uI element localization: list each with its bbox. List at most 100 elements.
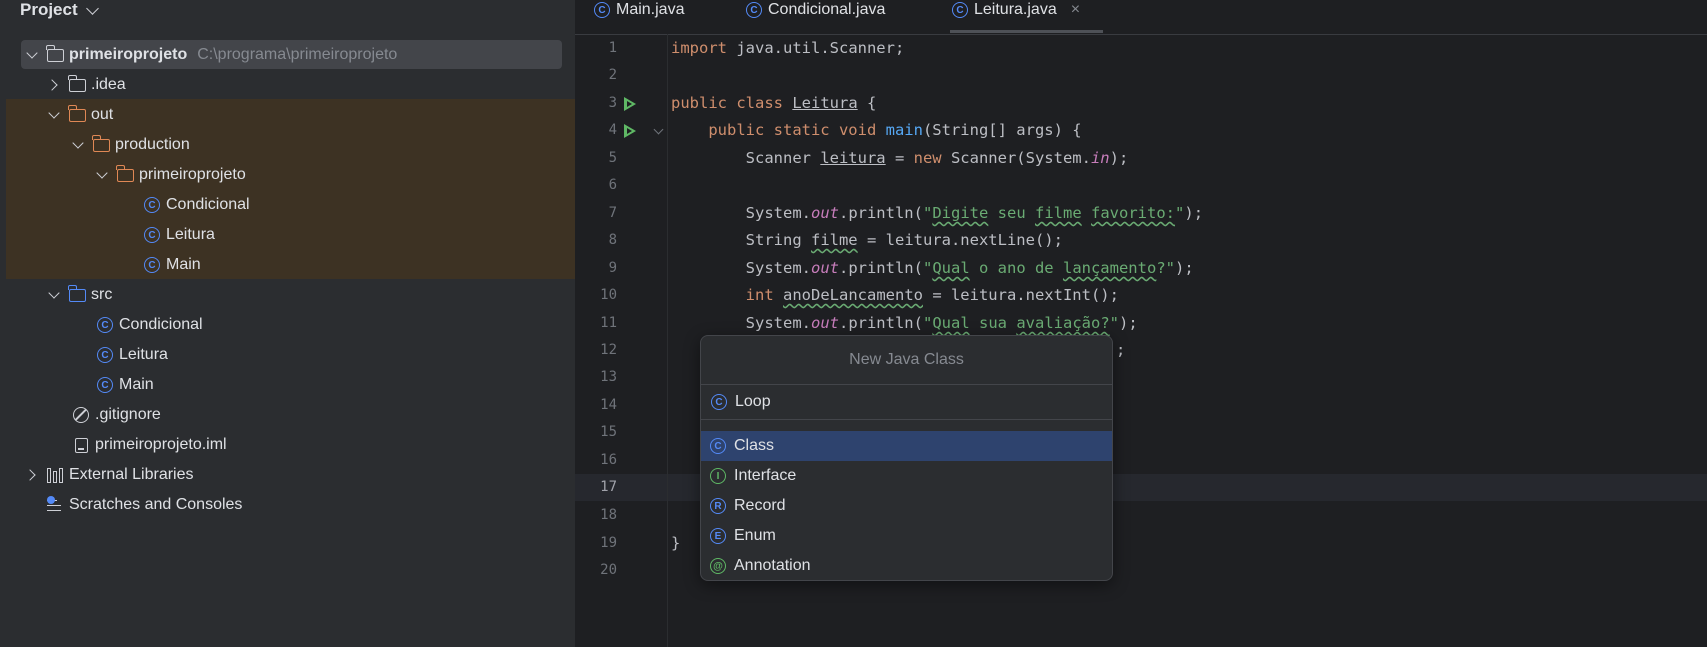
chevron-down-icon[interactable] <box>49 290 59 300</box>
popup-title: New Java Class <box>849 351 964 368</box>
tree-item-label: Leitura <box>119 346 168 363</box>
line-number: 1 <box>608 40 617 56</box>
chevron-right-icon[interactable] <box>49 80 59 90</box>
tree-item-class[interactable]: C Leitura <box>142 220 215 250</box>
gutter-divider <box>667 34 668 647</box>
line-number: 6 <box>608 177 617 193</box>
tree-item-label: Condicional <box>166 196 250 213</box>
chevron-down-icon[interactable] <box>49 110 59 120</box>
option-label: Record <box>734 497 786 514</box>
line-number: 16 <box>600 452 617 468</box>
code-line-5: Scanner leitura = new Scanner(System.in)… <box>671 149 1129 167</box>
class-icon: C <box>711 394 727 410</box>
tree-item-class[interactable]: C Leitura <box>95 340 168 370</box>
run-icon[interactable] <box>624 97 636 111</box>
module-folder-icon <box>45 44 65 65</box>
annotation-icon: @ <box>710 558 726 574</box>
tree-item-external-libraries[interactable]: External Libraries <box>27 460 194 490</box>
line-number: 2 <box>608 67 617 83</box>
option-enum[interactable]: E Enum <box>701 521 1112 551</box>
tree-item-module[interactable]: primeiroprojeto C:\programa\primeiroproj… <box>27 40 397 70</box>
tab-leitura-java[interactable]: C Leitura.java × <box>952 0 1080 20</box>
tab-condicional-java[interactable]: C Condicional.java <box>746 0 885 20</box>
chevron-down-icon[interactable] <box>97 170 107 180</box>
tree-item-out[interactable]: out <box>49 100 113 130</box>
tree-item-class[interactable]: C Main <box>142 250 201 280</box>
record-icon: R <box>710 498 726 514</box>
class-icon: C <box>952 2 968 18</box>
tree-item-label: External Libraries <box>69 466 194 483</box>
tree-item-label: Scratches and Consoles <box>69 496 243 513</box>
line-number: 8 <box>608 232 617 248</box>
fold-icon[interactable] <box>653 124 664 135</box>
code-line-8: String filme = leitura.nextLine(); <box>671 231 1063 249</box>
line-number: 20 <box>600 562 617 578</box>
close-icon[interactable]: × <box>1071 1 1080 19</box>
tree-item-gitignore[interactable]: .gitignore <box>71 400 161 430</box>
line-number: 17 <box>600 479 617 495</box>
tree-item-label: Main <box>119 376 154 393</box>
option-interface[interactable]: I Interface <box>701 461 1112 491</box>
excluded-folder-icon <box>115 164 135 185</box>
class-icon: C <box>142 195 162 215</box>
tree-item-class[interactable]: C Main <box>95 370 154 400</box>
class-icon: C <box>142 255 162 275</box>
class-name-input[interactable]: C Loop <box>701 385 1112 419</box>
line-number: 9 <box>608 260 617 276</box>
tree-item-iml[interactable]: primeiroprojeto.iml <box>71 430 227 460</box>
tree-item-label: src <box>91 286 113 303</box>
source-folder-icon <box>67 284 87 305</box>
tree-item-label: Main <box>166 256 201 273</box>
tree-item-class[interactable]: C Condicional <box>142 190 250 220</box>
class-icon: C <box>594 2 610 18</box>
chevron-down-icon[interactable] <box>73 140 83 150</box>
code-line-1: import java.util.Scanner; <box>671 39 905 57</box>
ignore-file-icon <box>71 405 91 425</box>
folder-icon <box>67 74 87 95</box>
option-label: Enum <box>734 527 776 544</box>
tree-item-label: .idea <box>91 76 126 93</box>
active-tab-indicator <box>950 30 1103 33</box>
tree-item-class[interactable]: C Condicional <box>95 310 203 340</box>
tree-item-idea[interactable]: .idea <box>49 70 126 100</box>
option-annotation[interactable]: @ Annotation <box>701 551 1112 580</box>
tree-item-src[interactable]: src <box>49 280 112 310</box>
class-icon: C <box>95 315 115 335</box>
panel-title: Project <box>20 0 78 19</box>
new-java-class-popup: New Java Class C Loop C Class I Interfac… <box>700 335 1113 581</box>
line-number: 3 <box>608 95 617 111</box>
run-icon[interactable] <box>624 124 636 138</box>
code-line-11: System.out.println("Qual sua avaliação?"… <box>671 314 1138 332</box>
line-number: 19 <box>600 535 617 551</box>
line-number: 5 <box>608 150 617 166</box>
enum-icon: E <box>710 528 726 544</box>
editor-tabs <box>575 0 1707 35</box>
tree-item-scratches[interactable]: Scratches and Consoles <box>45 490 242 520</box>
tree-item-label: Leitura <box>166 226 215 243</box>
excluded-folder-icon <box>91 134 111 155</box>
tree-item-label: out <box>91 106 114 123</box>
class-name-value: Loop <box>735 393 771 410</box>
project-panel: Project primeiroprojeto C:\programa\prim… <box>0 0 575 647</box>
code-line-19: } <box>671 534 681 552</box>
tree-item-production[interactable]: production <box>73 130 190 160</box>
chevron-down-icon <box>85 1 99 15</box>
line-number: 18 <box>600 507 617 523</box>
tree-item-label: .gitignore <box>95 406 161 423</box>
project-view-selector[interactable]: Project <box>20 0 99 20</box>
divider <box>701 419 1112 420</box>
scratches-icon <box>45 495 65 515</box>
tab-label: Leitura.java <box>974 1 1057 18</box>
tree-item-output-folder[interactable]: primeiroprojeto <box>97 160 246 190</box>
chevron-right-icon[interactable] <box>27 470 37 480</box>
tab-main-java[interactable]: C Main.java <box>594 0 684 20</box>
line-number: 10 <box>600 287 617 303</box>
option-class[interactable]: C Class <box>701 431 1112 461</box>
option-record[interactable]: R Record <box>701 491 1112 521</box>
module-path: C:\programa\primeiroprojeto <box>197 46 398 63</box>
code-line-9: System.out.println("Qual o ano de lançam… <box>671 259 1194 277</box>
class-icon: C <box>95 345 115 365</box>
class-icon: C <box>142 225 162 245</box>
chevron-down-icon[interactable] <box>27 50 37 60</box>
tree-item-label: primeiroprojeto.iml <box>95 436 227 453</box>
